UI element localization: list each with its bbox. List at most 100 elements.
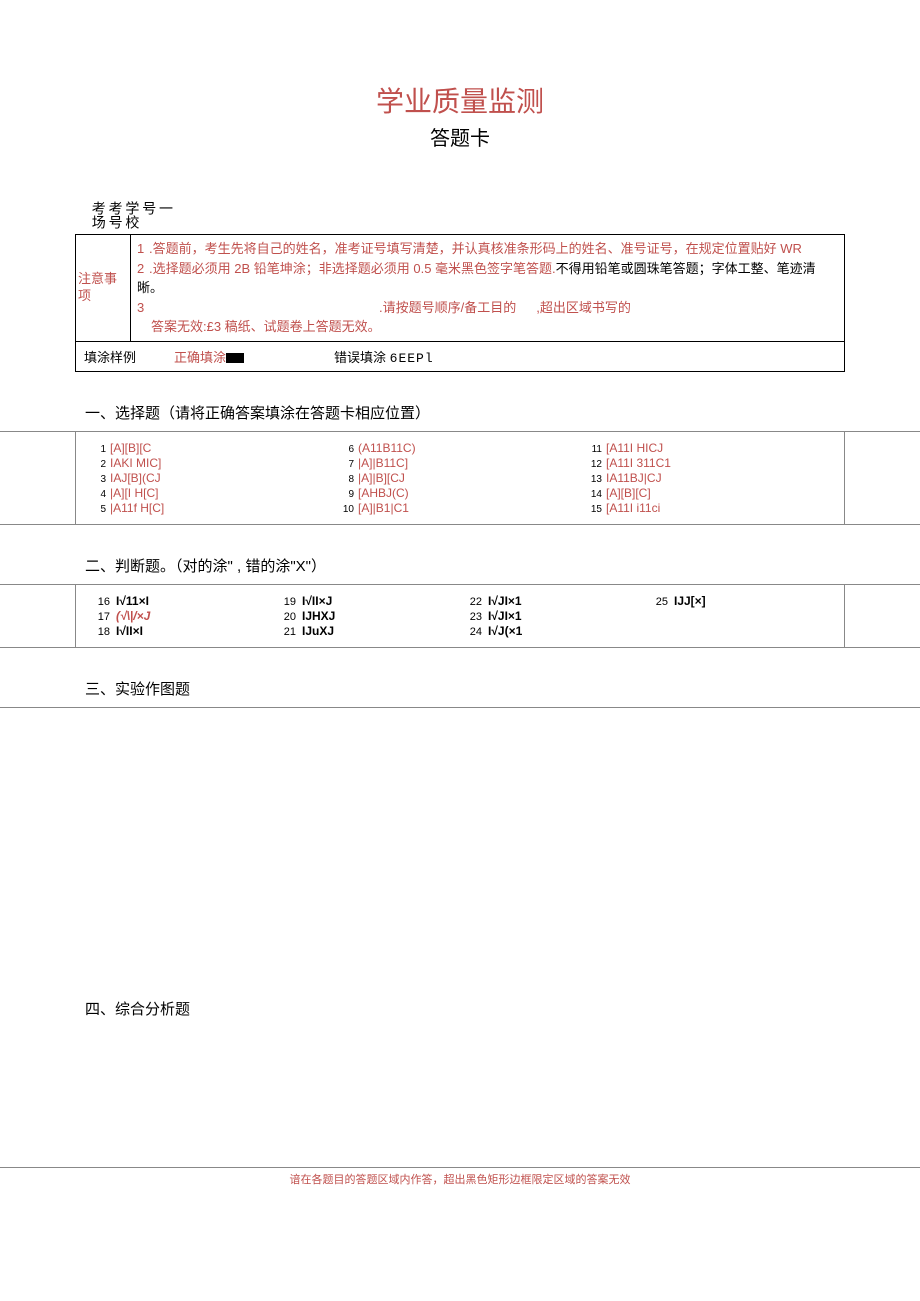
mc-num: 3 bbox=[88, 474, 106, 485]
mc-item-11[interactable]: 11 [A11I HICJ bbox=[584, 441, 832, 455]
mc-num: 15 bbox=[584, 504, 602, 515]
vert-l5: 考场 bbox=[91, 201, 107, 229]
tf-item-23[interactable]: 23 I√JI×1 bbox=[460, 609, 646, 623]
vert-l3: 学校 bbox=[124, 201, 140, 229]
mc-num: 4 bbox=[88, 489, 106, 500]
mc-item-6[interactable]: 6 (A11B11C) bbox=[336, 441, 584, 455]
mc-opts: |A]|B11C] bbox=[358, 456, 408, 470]
tf-item-24[interactable]: 24 I√J(×1 bbox=[460, 624, 646, 638]
mc-opts: |A11f H[C] bbox=[110, 501, 164, 515]
mc-item-10[interactable]: 10 [A]|B1|C1 bbox=[336, 501, 584, 515]
mc-num: 13 bbox=[584, 474, 602, 485]
section1-title: 一、选择题（请将正确答案填涂在答题卡相应位置） bbox=[85, 402, 920, 423]
tf-num: 22 bbox=[460, 596, 482, 608]
notice-2-num: 2 bbox=[137, 259, 149, 279]
tf-item-16[interactable]: 16I√11×I bbox=[88, 594, 274, 608]
tf-num: 19 bbox=[274, 596, 296, 608]
mc-opts: |A][I H[C] bbox=[110, 486, 158, 500]
notice-2a: .选择题必须用 2B 铅笔坤涂；非选择题必须用 0.5 毫米黑色签字笔答题. bbox=[149, 261, 556, 276]
mc-item-3[interactable]: 3 IAJ[B](CJ bbox=[88, 471, 336, 485]
tf-item-22[interactable]: 22 I√JI×1 bbox=[460, 594, 646, 608]
mc-opts: [AHBJ(C) bbox=[358, 486, 409, 500]
mc-num: 5 bbox=[88, 504, 106, 515]
mc-num: 7 bbox=[336, 459, 354, 470]
tf-num: 25 bbox=[646, 596, 668, 608]
sample-correct: 正确填涂 bbox=[174, 347, 244, 366]
tf-opts: I√II×J bbox=[302, 594, 332, 608]
mc-item-5[interactable]: 5 |A11f H[C] bbox=[88, 501, 336, 515]
notice-3b: ,超出区域书写的 bbox=[536, 300, 631, 315]
tf-opts: IJJ[×] bbox=[674, 594, 706, 608]
mc-opts: IAKI MIC] bbox=[110, 456, 161, 470]
tf-item-17[interactable]: 17 (√\|/×J bbox=[88, 609, 274, 623]
mc-num: 2 bbox=[88, 459, 106, 470]
mc-opts: |A]|B][CJ bbox=[358, 471, 405, 485]
tf-opts: I√11×I bbox=[116, 594, 149, 608]
tf-opts: I√J(×1 bbox=[488, 624, 522, 638]
tf-item-19[interactable]: 19 I√II×J bbox=[274, 594, 460, 608]
black-box-icon bbox=[226, 353, 244, 363]
mc-item-12[interactable]: 12 [A11I 311C1 bbox=[584, 456, 832, 470]
mc-opts: [A11I 311C1 bbox=[606, 456, 671, 470]
notice-3a: .请按题号顺序/备工目的 bbox=[379, 300, 516, 315]
mc-item-9[interactable]: 9 [AHBJ(C) bbox=[336, 486, 584, 500]
mc-num: 9 bbox=[336, 489, 354, 500]
sample-label: 填涂样例 bbox=[84, 347, 144, 366]
tf-num: 18 bbox=[88, 626, 110, 638]
mc-num: 10 bbox=[336, 504, 354, 515]
tf-num: 23 bbox=[460, 611, 482, 623]
vertical-labels: 一 号 学校 考号 考场 bbox=[90, 201, 174, 229]
tf-opts: I√JI×1 bbox=[488, 609, 522, 623]
mc-num: 11 bbox=[584, 444, 602, 455]
mc-item-14[interactable]: 14 [A][B][C] bbox=[584, 486, 832, 500]
mc-num: 8 bbox=[336, 474, 354, 485]
tf-num: 17 bbox=[88, 611, 110, 623]
tf-opts: IJHXJ bbox=[302, 609, 335, 623]
section3-title: 三、实验作图题 bbox=[85, 678, 920, 699]
notice-box: 注意事项 1.答题前，考生先将自己的姓名，准考证号填写清楚，并认真核准条形码上的… bbox=[75, 234, 845, 372]
sub-title: 答题卡 bbox=[0, 122, 920, 151]
section1-box: 1 [A][B][C 2 IAKI MIC] 3 IAJ[B](CJ 4 |A][I H[C]… bbox=[75, 432, 845, 524]
mc-item-4[interactable]: 4 |A][I H[C] bbox=[88, 486, 336, 500]
mc-item-15[interactable]: 15 [A11I i11ci bbox=[584, 501, 832, 515]
mc-opts: [A]|B1|C1 bbox=[358, 501, 409, 515]
tf-item-21[interactable]: 21 IJuXJ bbox=[274, 624, 460, 638]
mc-opts: [A][B][C] bbox=[606, 486, 651, 500]
mc-item-7[interactable]: 7 |A]|B11C] bbox=[336, 456, 584, 470]
footer-text: 谙在各题目的答题区域内作答，超出黑色矩形边框限定区域的答案无效 bbox=[0, 1171, 920, 1187]
tf-num: 21 bbox=[274, 626, 296, 638]
mc-num: 1 bbox=[88, 444, 106, 455]
mc-opts: [A11I HICJ bbox=[606, 441, 663, 455]
mc-num: 6 bbox=[336, 444, 354, 455]
mc-num: 12 bbox=[584, 459, 602, 470]
tf-num: 20 bbox=[274, 611, 296, 623]
tf-opts: IJuXJ bbox=[302, 624, 334, 638]
mc-item-8[interactable]: 8 |A]|B][CJ bbox=[336, 471, 584, 485]
notice-1-text: .答题前，考生先将自己的姓名，准考证号填写清楚，并认真核准条形码上的姓名、准号证… bbox=[149, 241, 802, 256]
mc-opts: (A11B11C) bbox=[358, 441, 416, 455]
notice-3c: 答案无效:£3 稿纸、试题卷上答题无效。 bbox=[151, 317, 838, 337]
mc-opts: IAJ[B](CJ bbox=[110, 471, 161, 485]
mc-opts: [A11I i11ci bbox=[606, 501, 660, 515]
mc-item-2[interactable]: 2 IAKI MIC] bbox=[88, 456, 336, 470]
section4-title: 四、综合分析题 bbox=[85, 998, 920, 1019]
tf-item-25[interactable]: 25 IJJ[×] bbox=[646, 594, 832, 608]
mc-item-13[interactable]: 13IA11BJ|CJ bbox=[584, 471, 832, 485]
vert-l2: 号 bbox=[141, 201, 157, 215]
tf-opts: (√\|/×J bbox=[116, 609, 150, 623]
notice-3-num: 3 bbox=[137, 298, 149, 318]
mc-opts: [A][B][C bbox=[110, 441, 151, 455]
notice-1-num: 1 bbox=[137, 239, 149, 259]
vert-l4: 考号 bbox=[108, 201, 124, 229]
sample-row: 填涂样例 正确填涂 错误填涂 6EEPl bbox=[76, 342, 844, 371]
section2-title: 二、判断题。（对的涂" , 错的涂"X"） bbox=[85, 555, 920, 576]
section2-box: 16I√11×I 17 (√\|/×J 18 I√II×I 19 I√II×J 20 IJHXJ… bbox=[75, 585, 845, 647]
tf-item-20[interactable]: 20 IJHXJ bbox=[274, 609, 460, 623]
tf-opts: I√JI×1 bbox=[488, 594, 522, 608]
mc-item-1[interactable]: 1 [A][B][C bbox=[88, 441, 336, 455]
sample-wrong: 错误填涂 6EEPl bbox=[334, 347, 434, 366]
tf-opts: I√II×I bbox=[116, 624, 143, 638]
mc-num: 14 bbox=[584, 489, 602, 500]
tf-num: 24 bbox=[460, 626, 482, 638]
tf-item-18[interactable]: 18 I√II×I bbox=[88, 624, 274, 638]
